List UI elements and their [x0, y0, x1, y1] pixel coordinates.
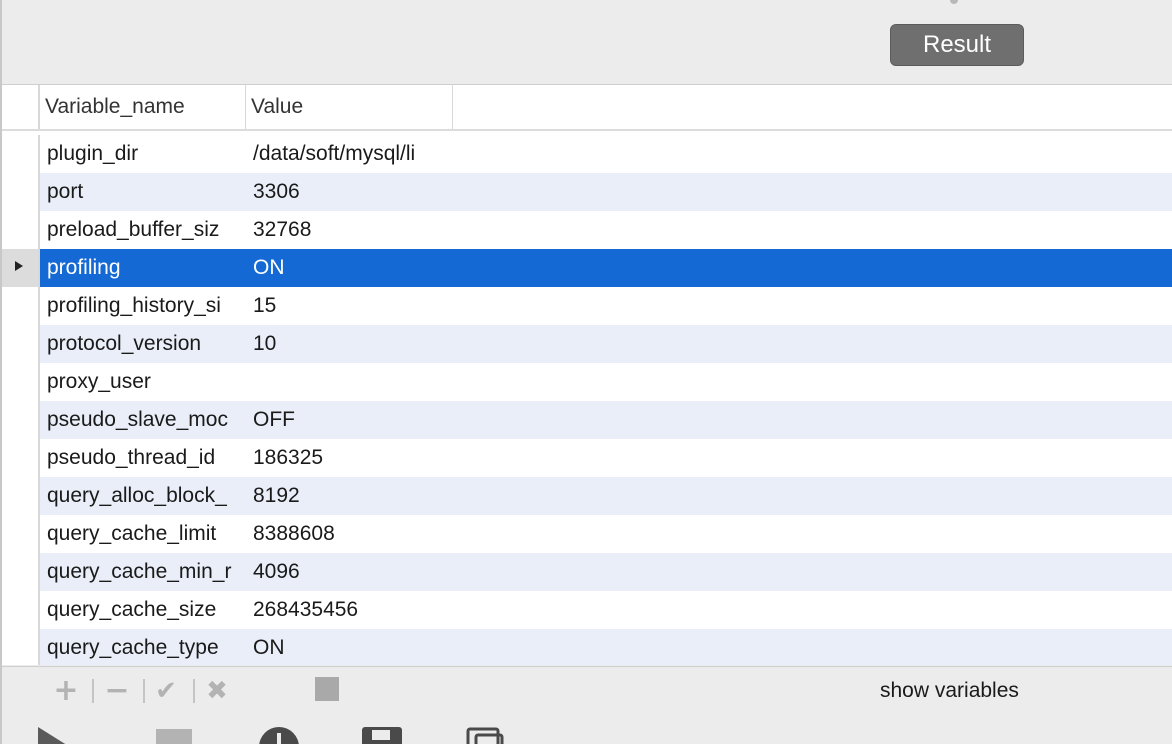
cell-value[interactable]: 15	[253, 287, 445, 325]
row-gutter[interactable]	[2, 439, 40, 477]
table-row[interactable]: query_alloc_block_ 8192	[2, 477, 1172, 515]
row-gutter[interactable]	[2, 477, 40, 515]
cell-variable-name[interactable]: pseudo_thread_id	[47, 439, 239, 477]
row-gutter[interactable]	[2, 629, 40, 665]
row-pointer-icon	[15, 261, 23, 271]
table-row[interactable]: query_cache_type ON	[2, 629, 1172, 665]
cell-value[interactable]: 8192	[253, 477, 445, 515]
row-gutter[interactable]	[2, 287, 40, 325]
row-gutter[interactable]	[2, 591, 40, 629]
column-header-value[interactable]: Value	[246, 85, 453, 129]
cell-variable-name[interactable]: preload_buffer_siz	[47, 211, 239, 249]
cell-variable-name[interactable]: query_cache_size	[47, 591, 239, 629]
table-row[interactable]: query_cache_limit 8388608	[2, 515, 1172, 553]
cell-value[interactable]: 3306	[253, 173, 445, 211]
x-icon[interactable]: ✖	[201, 675, 233, 707]
table-row[interactable]: pseudo_thread_id 186325	[2, 439, 1172, 477]
separator	[193, 679, 195, 703]
result-button[interactable]: Result	[890, 24, 1024, 66]
run-icon[interactable]	[38, 727, 74, 744]
row-gutter[interactable]	[2, 173, 40, 211]
cell-value[interactable]: 268435456	[253, 591, 445, 629]
check-icon[interactable]: ✔	[150, 675, 182, 707]
row-gutter[interactable]	[2, 211, 40, 249]
row-gutter[interactable]	[2, 401, 40, 439]
cell-value[interactable]: 10	[253, 325, 445, 363]
cell-variable-name[interactable]: profiling	[47, 249, 239, 287]
save-as-icon[interactable]	[466, 727, 506, 744]
cell-value[interactable]: 186325	[253, 439, 445, 477]
row-gutter[interactable]	[2, 363, 40, 401]
table-row[interactable]: plugin_dir/data/soft/mysql/li	[2, 135, 1172, 173]
cell-variable-name[interactable]: proxy_user	[47, 363, 239, 401]
query-text: show variables	[880, 679, 1019, 702]
cell-value[interactable]: OFF	[253, 401, 445, 439]
cell-variable-name[interactable]: plugin_dir	[47, 135, 239, 173]
cell-variable-name[interactable]: query_cache_limit	[47, 515, 239, 553]
table-row[interactable]: preload_buffer_siz 32768	[2, 211, 1172, 249]
cell-variable-name[interactable]: pseudo_slave_moc	[47, 401, 239, 439]
cell-variable-name[interactable]: query_alloc_block_	[47, 477, 239, 515]
cell-variable-name[interactable]: profiling_history_si	[47, 287, 239, 325]
edit-bar: + − ✔ ✖ show variables	[2, 666, 1172, 716]
table-row[interactable]: port 3306	[2, 173, 1172, 211]
table-row[interactable]: profiling ON	[2, 249, 1172, 287]
cell-value[interactable]: 32768	[253, 211, 445, 249]
cell-value[interactable]: ON	[253, 249, 445, 287]
column-header-variable-name[interactable]: Variable_name	[40, 85, 246, 129]
bottom-toolbar	[2, 715, 1172, 744]
table-row[interactable]: query_cache_size 268435456	[2, 591, 1172, 629]
stop-query-icon[interactable]	[156, 729, 194, 744]
explain-icon[interactable]	[258, 727, 300, 744]
table-row[interactable]: protocol_version 10	[2, 325, 1172, 363]
row-gutter[interactable]	[2, 515, 40, 553]
separator	[92, 679, 94, 703]
cell-variable-name[interactable]: query_cache_min_r	[47, 553, 239, 591]
cell-variable-name[interactable]: protocol_version	[47, 325, 239, 363]
cell-value[interactable]: /data/soft/mysql/li	[253, 135, 445, 173]
cell-value[interactable]	[253, 363, 445, 401]
stop-icon[interactable]	[315, 677, 339, 701]
cell-value[interactable]: 8388608	[253, 515, 445, 553]
query-result-window: Result Variable_name Value plugin_dir/da…	[0, 0, 1172, 744]
cell-variable-name[interactable]: query_cache_type	[47, 629, 239, 665]
gutter-header	[2, 85, 40, 129]
minus-icon[interactable]: −	[101, 675, 133, 707]
cell-variable-name[interactable]: port	[47, 173, 239, 211]
plus-icon[interactable]: +	[50, 675, 82, 707]
result-grid: Variable_name Value plugin_dir/data/soft…	[2, 85, 1172, 665]
table-row[interactable]: query_cache_min_r 4096	[2, 553, 1172, 591]
cell-value[interactable]: ON	[253, 629, 445, 665]
grid-header: Variable_name Value	[2, 85, 1172, 131]
row-gutter[interactable]	[2, 135, 40, 173]
row-gutter[interactable]	[2, 249, 40, 287]
cell-value[interactable]: 4096	[253, 553, 445, 591]
save-icon[interactable]	[362, 727, 404, 744]
row-gutter[interactable]	[2, 553, 40, 591]
table-row[interactable]: profiling_history_si 15	[2, 287, 1172, 325]
indicator-dot	[950, 0, 958, 4]
table-row[interactable]: proxy_user	[2, 363, 1172, 401]
separator	[143, 679, 145, 703]
top-toolbar: Result	[2, 0, 1172, 85]
row-gutter[interactable]	[2, 325, 40, 363]
grid-rows: plugin_dir/data/soft/mysql/li port 3306 pre…	[2, 135, 1172, 665]
table-row[interactable]: pseudo_slave_moc OFF	[2, 401, 1172, 439]
